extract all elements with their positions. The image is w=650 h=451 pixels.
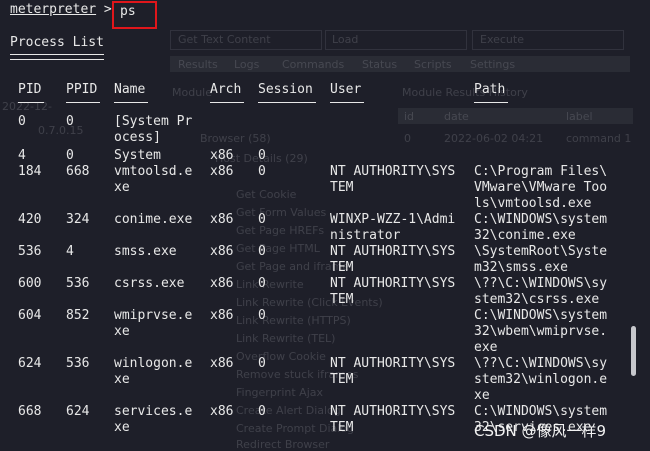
prompt: meterpreter > — [10, 2, 112, 18]
cell-name: System — [114, 148, 161, 163]
cell-user: NT AUTHORITY\SYS TEM — [330, 276, 456, 307]
cell-path: \SystemRoot\Syste m32\smss.exe — [474, 244, 608, 275]
cell-user: NT AUTHORITY\SYS TEM — [330, 356, 456, 387]
cell-pid: 624 — [18, 356, 42, 371]
cell-session: 0 — [258, 164, 266, 179]
cell-ppid: 4 — [66, 244, 74, 259]
cell-ppid: 624 — [66, 404, 90, 419]
cell-arch: x86 — [210, 308, 234, 323]
cell-pid: 536 — [18, 244, 42, 259]
cell-ppid: 668 — [66, 164, 90, 179]
cell-pid: 184 — [18, 164, 42, 179]
column-header-underline — [330, 102, 364, 103]
column-header-underline — [258, 102, 316, 103]
cell-arch: x86 — [210, 404, 234, 419]
cell-path: C:\WINDOWS\system 32\conime.exe — [474, 212, 608, 243]
column-header-pid: PID — [18, 82, 42, 97]
terminal[interactable]: meterpreter > ps Process List PID PPID Nam… — [0, 0, 650, 449]
cell-arch: x86 — [210, 212, 234, 227]
cell-arch: x86 — [210, 356, 234, 371]
cell-path: \??\C:\WINDOWS\sy stem32\winlogon.e xe — [474, 356, 608, 403]
column-header-arch: Arch — [210, 82, 242, 97]
cell-pid: 668 — [18, 404, 42, 419]
cell-pid: 420 — [18, 212, 42, 227]
prompt-context: meterpreter — [10, 2, 97, 17]
cell-arch: x86 — [210, 244, 234, 259]
cell-session: 0 — [258, 308, 266, 323]
cell-user: NT AUTHORITY\SYS TEM — [330, 404, 456, 435]
prompt-symbol: > — [103, 2, 112, 17]
cell-name: winlogon.e xe — [114, 356, 193, 387]
column-header-ppid: PPID — [66, 82, 98, 97]
command-text: ps — [120, 4, 136, 19]
scrollbar-thumb[interactable] — [631, 326, 636, 376]
cell-name: services.e xe — [114, 404, 193, 435]
cell-ppid: 536 — [66, 356, 90, 371]
column-header-underline — [66, 102, 100, 103]
cell-session: 0 — [258, 244, 266, 259]
cell-name: conime.exe — [114, 212, 193, 227]
cell-arch: x86 — [210, 164, 234, 179]
column-header-underline — [114, 102, 148, 103]
cell-session: 0 — [258, 276, 266, 291]
column-header-name: Name — [114, 82, 146, 97]
cell-name: csrss.exe — [114, 276, 185, 291]
cell-path: C:\WINDOWS\system 32\wbem\wmiprvse. exe — [474, 308, 608, 355]
cell-user: NT AUTHORITY\SYS TEM — [330, 244, 456, 275]
cell-session: 0 — [258, 148, 266, 163]
cell-pid: 4 — [18, 148, 26, 163]
cell-session: 0 — [258, 356, 266, 371]
column-header-user: User — [330, 82, 362, 97]
column-header-path: Path — [474, 82, 506, 97]
column-header-underline — [210, 102, 244, 103]
cell-pid: 604 — [18, 308, 42, 323]
cell-name: vmtoolsd.e xe — [114, 164, 193, 195]
process-list-title: Process List — [10, 35, 104, 50]
cell-ppid: 324 — [66, 212, 90, 227]
csdn-watermark: CSDN @像风一样9 — [474, 422, 607, 440]
cell-session: 0 — [258, 212, 266, 227]
column-header-underline — [474, 102, 508, 103]
cell-name: smss.exe — [114, 244, 177, 259]
cell-user: WINXP-WZZ-1\Admi nistrator — [330, 212, 456, 243]
cell-pid: 600 — [18, 276, 42, 291]
cell-arch: x86 — [210, 148, 234, 163]
cell-session: 0 — [258, 404, 266, 419]
cell-pid: 0 — [18, 114, 26, 129]
column-header-session: Session — [258, 82, 313, 97]
cell-ppid: 0 — [66, 114, 74, 129]
cell-ppid: 852 — [66, 308, 90, 323]
cell-name: [System Pr ocess] — [114, 114, 193, 145]
cell-path: \??\C:\WINDOWS\sy stem32\csrss.exe — [474, 276, 608, 307]
cell-name: wmiprvse.e xe — [114, 308, 193, 339]
cell-path: C:\Program Files\ VMware\VMware Too ls\v… — [474, 164, 608, 211]
cell-user: NT AUTHORITY\SYS TEM — [330, 164, 456, 195]
cell-ppid: 536 — [66, 276, 90, 291]
cell-ppid: 0 — [66, 148, 74, 163]
cell-arch: x86 — [210, 276, 234, 291]
title-underline — [10, 54, 104, 60]
column-header-underline — [18, 102, 44, 103]
